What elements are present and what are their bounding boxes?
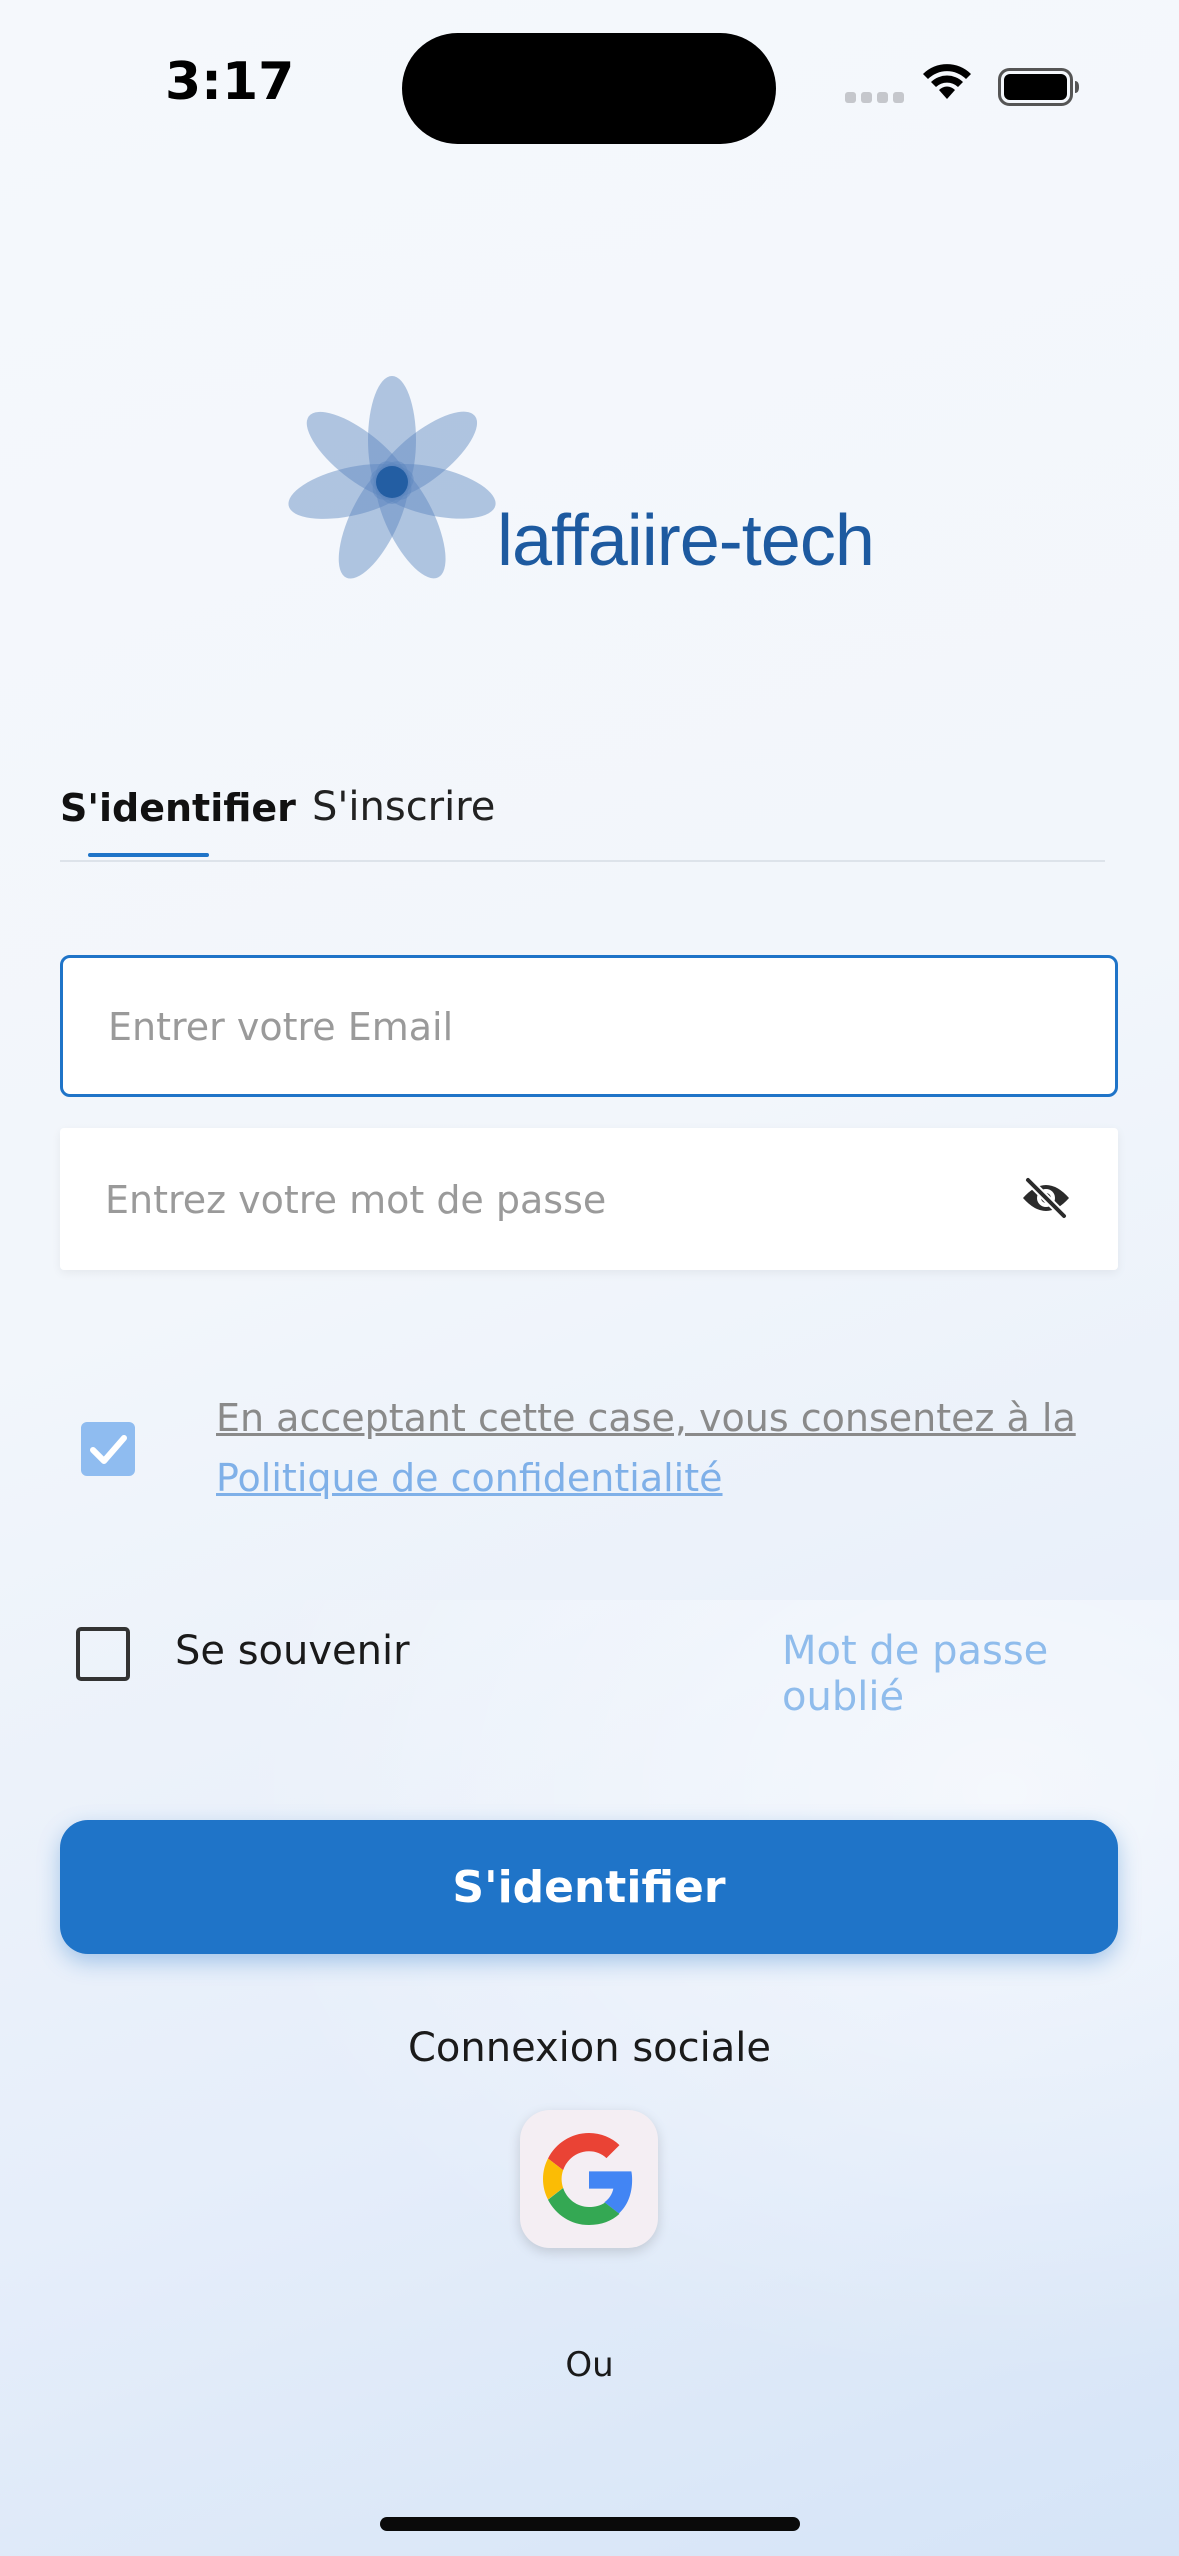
or-separator: Ou <box>565 2345 614 2385</box>
email-field-container <box>60 955 1118 1097</box>
dynamic-island <box>402 33 776 144</box>
brand-name: laffaiire-tech <box>497 501 875 581</box>
forgot-password-link[interactable]: Mot de passe oublié <box>782 1628 1179 1720</box>
eye-off-icon[interactable] <box>1020 1176 1072 1224</box>
email-input[interactable] <box>106 958 1010 1096</box>
tab-register[interactable]: S'inscrire <box>312 784 495 830</box>
consent-text-block: En acceptant cette case, vous consentez … <box>216 1388 1076 1508</box>
cellular-signal-icon <box>845 88 909 107</box>
tab-login[interactable]: S'identifier <box>60 786 296 830</box>
remember-label: Se souvenir <box>175 1628 410 1674</box>
remember-checkbox[interactable] <box>76 1627 130 1681</box>
checkmark-icon <box>90 1435 127 1464</box>
status-time: 3:17 <box>165 52 295 112</box>
wifi-icon <box>922 63 972 105</box>
login-button[interactable]: S'identifier <box>60 1820 1118 1954</box>
tab-divider <box>60 860 1105 862</box>
privacy-policy-link[interactable]: Politique de confidentialité <box>216 1448 1076 1508</box>
password-field-container <box>60 1128 1118 1272</box>
consent-text: En acceptant cette case, vous consentez … <box>216 1396 1076 1440</box>
google-login-button[interactable] <box>520 2110 658 2248</box>
battery-icon <box>998 68 1080 110</box>
active-tab-indicator <box>88 853 209 857</box>
brand-logo-icon <box>285 375 499 593</box>
social-login-label: Connexion sociale <box>408 2025 771 2071</box>
home-indicator <box>380 2517 800 2531</box>
background-decoration <box>0 1600 1179 2556</box>
google-icon <box>543 2133 633 2225</box>
password-input[interactable] <box>103 1128 1007 1272</box>
consent-checkbox[interactable] <box>81 1422 135 1476</box>
